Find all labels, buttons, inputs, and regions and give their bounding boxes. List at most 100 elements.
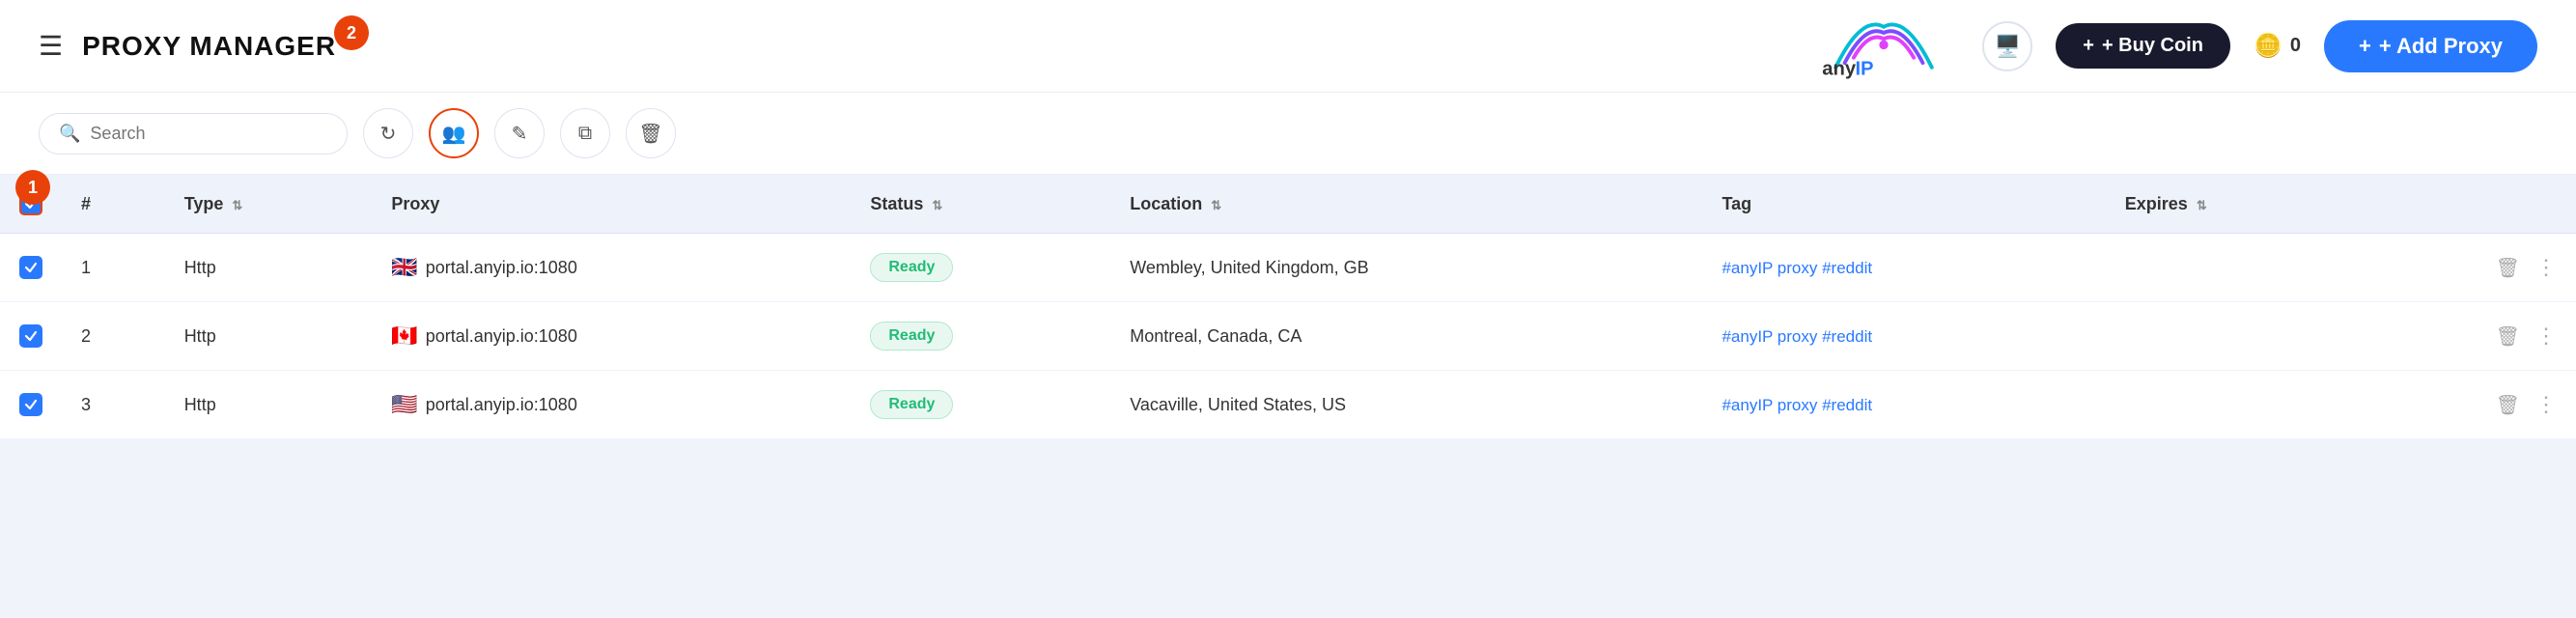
status-badge: Ready (870, 253, 953, 282)
row-location: Montreal, Canada, CA (1110, 302, 1702, 371)
coin-balance-value: 0 (2290, 35, 2301, 57)
proxy-table-body: 1 Http 🇬🇧 portal.anyip.io:1080 Ready Wem… (0, 234, 2576, 439)
proxy-address: portal.anyip.io:1080 (426, 326, 577, 347)
row-expires (2106, 302, 2364, 371)
buy-coin-button[interactable]: + + Buy Coin (2056, 23, 2230, 69)
proxy-address: portal.anyip.io:1080 (426, 258, 577, 278)
tag-link[interactable]: #anyIP proxy #reddit (1722, 396, 1872, 414)
row-status: Ready (851, 234, 1110, 302)
row-more-button[interactable]: ⋮ (2535, 392, 2557, 417)
row-status: Ready (851, 302, 1110, 371)
col-header-number: # (62, 175, 165, 234)
type-sort-icon: ⇅ (232, 198, 242, 212)
row-checkbox-cell[interactable] (0, 302, 62, 371)
col-header-type[interactable]: Type ⇅ (165, 175, 373, 234)
status-badge: Ready (870, 390, 953, 419)
row-checkbox-cell[interactable] (0, 371, 62, 439)
table-row: 2 Http 🇨🇦 portal.anyip.io:1080 Ready Mon… (0, 302, 2576, 371)
col-header-status[interactable]: Status ⇅ (851, 175, 1110, 234)
proxy-address: portal.anyip.io:1080 (426, 395, 577, 415)
add-proxy-button[interactable]: + + Add Proxy (2324, 20, 2537, 72)
row-checkbox[interactable] (19, 324, 42, 348)
col-header-actions (2363, 175, 2576, 234)
group-button-wrap: 👥 (429, 108, 479, 158)
copy-icon: ⧉ (578, 123, 592, 145)
row-type: Http (165, 234, 373, 302)
proxy-table: # Type ⇅ Proxy Status ⇅ Location ⇅ (0, 175, 2576, 439)
add-proxy-plus-icon: + (2359, 34, 2371, 59)
col-header-tag: Tag (1702, 175, 2105, 234)
row-proxy: 🇬🇧 portal.anyip.io:1080 (372, 234, 851, 302)
row-actions: 🗑 ⋮ (2363, 371, 2576, 439)
toolbar: 🔍 ↻ 👥 ✎ ⧉ 🗑 (0, 93, 2576, 175)
delete-button[interactable]: 🗑 (626, 108, 676, 158)
plus-icon: + (2083, 35, 2094, 57)
proxy-table-container: # Type ⇅ Proxy Status ⇅ Location ⇅ (0, 175, 2576, 439)
row-actions: 🗑 ⋮ (2363, 302, 2576, 371)
group-button[interactable]: 👥 (429, 108, 479, 158)
edit-icon: ✎ (512, 122, 528, 146)
row-checkbox[interactable] (19, 256, 42, 279)
row-expires (2106, 371, 2364, 439)
refresh-button[interactable]: ↻ (363, 108, 413, 158)
app-header: ☰ PROXY MANAGER any IP 🖥️ + + Buy Coin 🪙… (0, 0, 2576, 93)
col-header-expires[interactable]: Expires ⇅ (2106, 175, 2364, 234)
row-status: Ready (851, 371, 1110, 439)
row-type: Http (165, 302, 373, 371)
row-delete-button[interactable]: 🗑 (2496, 393, 2520, 417)
row-more-button[interactable]: ⋮ (2535, 323, 2557, 349)
monitor-button[interactable]: 🖥️ (1982, 21, 2032, 71)
row-proxy: 🇺🇸 portal.anyip.io:1080 (372, 371, 851, 439)
coin-balance: 🪙 0 (2254, 32, 2301, 60)
edit-button[interactable]: ✎ (494, 108, 545, 158)
step-1-badge: 1 (15, 170, 50, 205)
row-proxy: 🇨🇦 portal.anyip.io:1080 (372, 302, 851, 371)
tag-link[interactable]: #anyIP proxy #reddit (1722, 259, 1872, 277)
col-header-location[interactable]: Location ⇅ (1110, 175, 1702, 234)
row-tag: #anyIP proxy #reddit (1702, 371, 2105, 439)
search-icon: 🔍 (59, 124, 80, 144)
anyip-logo: any IP (1816, 13, 1951, 80)
row-checkbox[interactable] (19, 393, 42, 416)
coin-icon: 🪙 (2254, 32, 2282, 60)
table-row: 1 Http 🇬🇧 portal.anyip.io:1080 Ready Wem… (0, 234, 2576, 302)
status-badge: Ready (870, 322, 953, 351)
table-header-row: # Type ⇅ Proxy Status ⇅ Location ⇅ (0, 175, 2576, 234)
row-more-button[interactable]: ⋮ (2535, 255, 2557, 280)
step-2-badge: 2 (334, 15, 369, 50)
row-actions: 🗑 ⋮ (2363, 234, 2576, 302)
hamburger-menu[interactable]: ☰ (39, 30, 63, 62)
add-proxy-label: + Add Proxy (2379, 34, 2503, 59)
row-number: 1 (62, 234, 165, 302)
row-tag: #anyIP proxy #reddit (1702, 234, 2105, 302)
row-checkbox-cell[interactable] (0, 234, 62, 302)
table-row: 3 Http 🇺🇸 portal.anyip.io:1080 Ready Vac… (0, 371, 2576, 439)
col-header-proxy: Proxy (372, 175, 851, 234)
copy-button[interactable]: ⧉ (560, 108, 610, 158)
row-expires (2106, 234, 2364, 302)
trash-icon: 🗑 (638, 122, 662, 146)
row-location: Vacaville, United States, US (1110, 371, 1702, 439)
search-input[interactable] (90, 124, 327, 144)
group-icon: 👥 (442, 122, 466, 146)
row-delete-button[interactable]: 🗑 (2496, 256, 2520, 280)
location-sort-icon: ⇅ (1211, 198, 1221, 212)
flag-icon: 🇬🇧 (391, 255, 417, 280)
flag-icon: 🇨🇦 (391, 323, 417, 349)
svg-text:any: any (1822, 58, 1857, 79)
expires-sort-icon: ⇅ (2197, 198, 2207, 212)
row-number: 2 (62, 302, 165, 371)
row-tag: #anyIP proxy #reddit (1702, 302, 2105, 371)
row-number: 3 (62, 371, 165, 439)
row-type: Http (165, 371, 373, 439)
tag-link[interactable]: #anyIP proxy #reddit (1722, 327, 1872, 346)
row-delete-button[interactable]: 🗑 (2496, 324, 2520, 349)
flag-icon: 🇺🇸 (391, 392, 417, 417)
monitor-icon: 🖥️ (1995, 34, 2021, 59)
search-box: 🔍 (39, 113, 348, 154)
refresh-icon: ↻ (380, 122, 397, 146)
row-location: Wembley, United Kingdom, GB (1110, 234, 1702, 302)
app-title: PROXY MANAGER (82, 31, 336, 62)
svg-text:IP: IP (1856, 58, 1874, 79)
status-sort-icon: ⇅ (932, 198, 942, 212)
